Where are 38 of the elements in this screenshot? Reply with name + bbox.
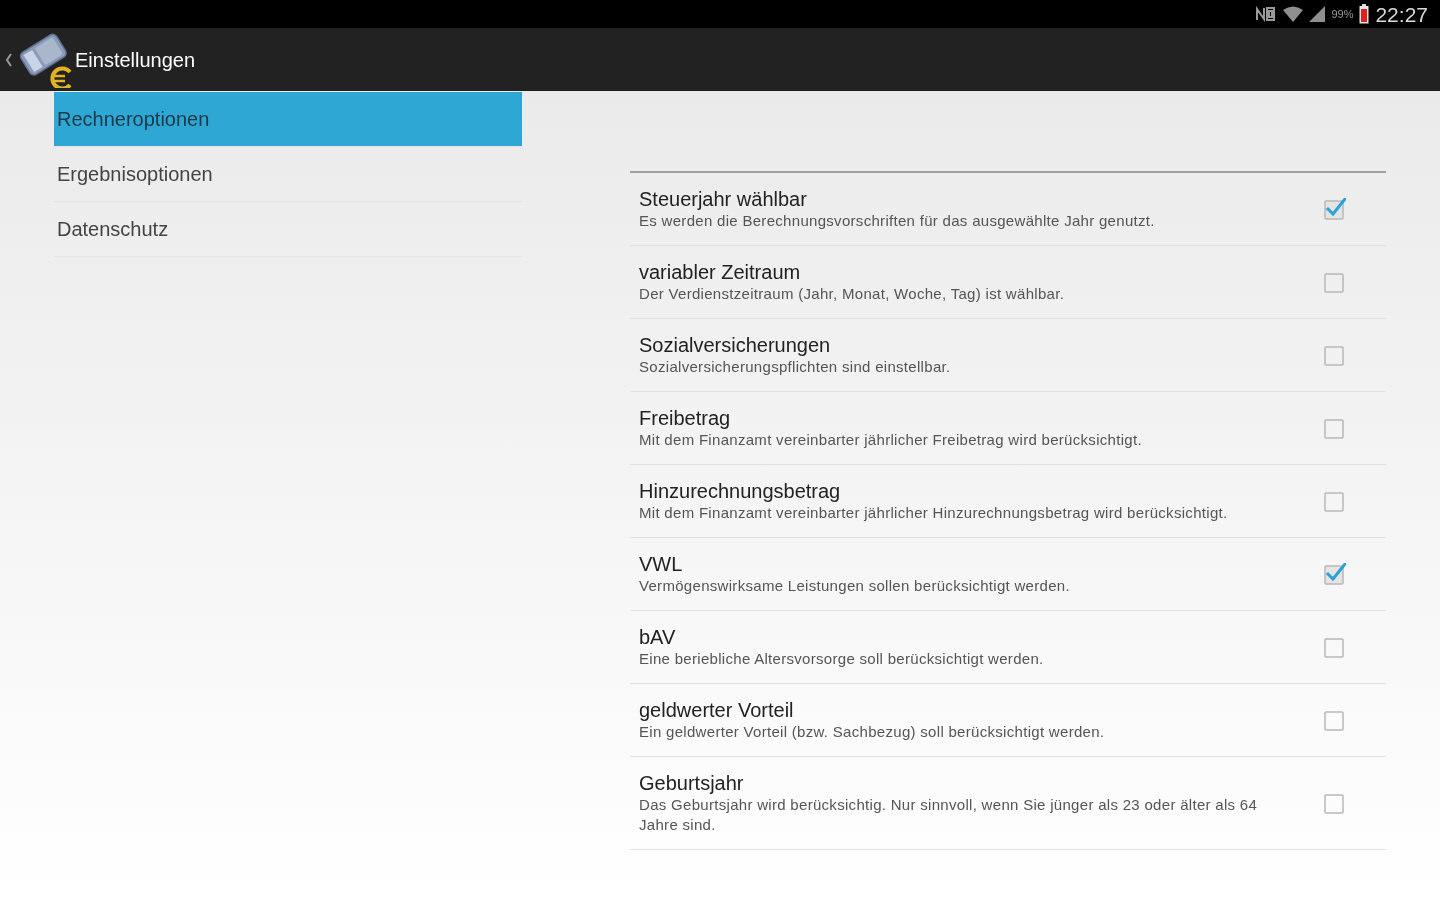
setting-summary: Der Verdienstzeitraum (Jahr, Monat, Woche, Tag) ist wählbar. <box>639 284 1066 304</box>
category-item[interactable]: Datenschutz <box>54 202 522 257</box>
setting-summary: Mit dem Finanzamt vereinbarter jährlicher Freibetrag wird berücksichtigt. <box>639 430 1143 450</box>
unchecked-checkbox[interactable] <box>1324 490 1346 512</box>
back-caret-icon[interactable] <box>5 52 13 67</box>
unchecked-checkbox[interactable] <box>1324 792 1346 814</box>
unchecked-checkbox[interactable] <box>1324 709 1346 731</box>
unchecked-checkbox[interactable] <box>1324 417 1346 439</box>
battery-icon <box>1359 4 1370 24</box>
setting-summary: Vermögenswirksame Leistungen sollen berücksichtigt werden. <box>639 576 1071 596</box>
nfc-icon <box>1255 6 1278 22</box>
unchecked-checkbox[interactable] <box>1324 271 1346 293</box>
setting-title: Hinzurechnungsbetrag <box>639 479 842 503</box>
setting-title: Sozialversicherungen <box>639 333 832 357</box>
checked-checkbox[interactable] <box>1324 563 1346 585</box>
setting-summary: Eine beriebliche Altersvorsorge soll berücksichtigt werden. <box>639 649 1045 669</box>
setting-title: Geburtsjahr <box>639 771 745 795</box>
wifi-icon <box>1283 5 1304 23</box>
setting-title: variabler Zeitraum <box>639 260 802 284</box>
setting-summary: Sozialversicherungspflichten sind einstellbar. <box>639 357 952 377</box>
unchecked-checkbox[interactable] <box>1324 344 1346 366</box>
setting-summary: Mit dem Finanzamt vereinbarter jährlicher Hinzurechnungsbetrag wird berücksichtigt. <box>639 503 1229 523</box>
clock: 22:27 <box>1375 3 1428 25</box>
unchecked-checkbox[interactable] <box>1324 636 1346 658</box>
setting-title: VWL <box>639 552 684 576</box>
setting-title: bAV <box>639 625 677 649</box>
setting-summary: Ein geldwerter Vorteil (bzw. Sachbezug) soll berücksichtigt werden. <box>639 722 1106 742</box>
setting-summary: Das Geburtsjahr wird berücksichtig. Nur sinnvoll, wenn Sie jünger als 23 oder älter als 64 Jahre sind. <box>639 795 1259 835</box>
category-item[interactable]: Ergebnisoptionen <box>54 147 522 202</box>
setting-summary: Es werden die Berechnungsvorschriften für das ausgewählte Jahr genutzt. <box>639 211 1156 231</box>
setting-title: geldwerter Vorteil <box>639 698 795 722</box>
screen-title: Einstellungen <box>75 47 196 73</box>
setting-title: Steuerjahr wählbar <box>639 187 808 211</box>
signal-icon <box>1309 6 1326 22</box>
category-item[interactable]: Rechneroptionen <box>54 92 522 147</box>
setting-title: Freibetrag <box>639 406 732 430</box>
checked-checkbox[interactable] <box>1324 198 1346 220</box>
battery-percent: 99% <box>1331 6 1354 22</box>
